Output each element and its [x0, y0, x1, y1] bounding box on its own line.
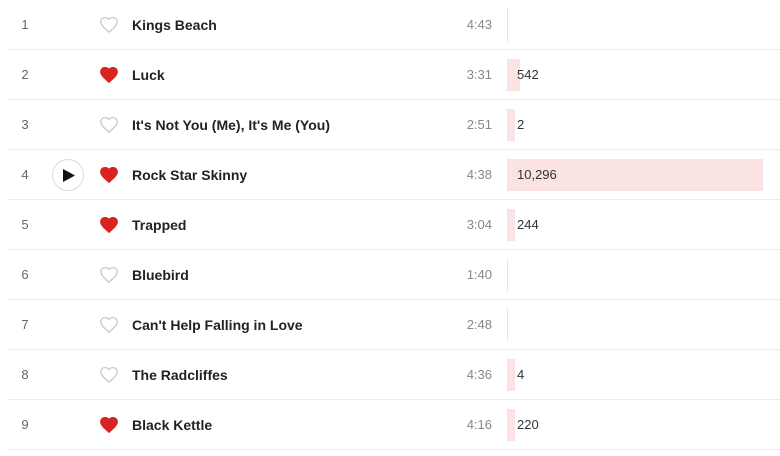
track-duration: 1:40	[466, 267, 492, 282]
track-title-link[interactable]: Can't Help Falling in Love	[132, 300, 303, 350]
love-heart-icon[interactable]	[100, 17, 118, 33]
scrobble-count: 220	[517, 417, 539, 432]
track-row[interactable]: 8 The Radcliffes 4:36 4	[0, 350, 780, 400]
track-title-link[interactable]: Rock Star Skinny	[132, 150, 247, 200]
track-number: 4	[21, 167, 29, 182]
track-title-link[interactable]: It's Not You (Me), It's Me (You)	[132, 100, 330, 150]
play-button[interactable]	[52, 159, 84, 191]
scrobble-cell	[507, 8, 763, 42]
scrobble-cell: 542	[507, 58, 763, 92]
track-row[interactable]: 7 Can't Help Falling in Love 2:48	[0, 300, 780, 350]
loved-heart-icon[interactable]	[100, 167, 118, 183]
love-heart-icon[interactable]	[100, 117, 118, 133]
track-number: 1	[21, 17, 29, 32]
track-duration: 2:48	[466, 317, 492, 332]
track-row[interactable]: 5 Trapped 3:04 244	[0, 200, 780, 250]
scrobble-cell: 220	[507, 408, 763, 442]
track-number: 7	[21, 317, 29, 332]
loved-heart-icon[interactable]	[100, 217, 118, 233]
track-row[interactable]: 1 Kings Beach 4:43	[0, 0, 780, 50]
track-number: 6	[21, 267, 29, 282]
track-duration: 4:36	[466, 367, 492, 382]
track-row[interactable]: 6 Bluebird 1:40	[0, 250, 780, 300]
track-title-link[interactable]: Trapped	[132, 200, 186, 250]
track-row[interactable]: 3 It's Not You (Me), It's Me (You) 2:51 2	[0, 100, 780, 150]
love-heart-icon[interactable]	[100, 267, 118, 283]
scrobble-bar	[507, 209, 515, 241]
track-duration: 4:16	[466, 417, 492, 432]
track-number: 3	[21, 117, 29, 132]
scrobble-count: 542	[517, 67, 539, 82]
track-number: 9	[21, 417, 29, 432]
track-number: 2	[21, 67, 29, 82]
track-title-link[interactable]: Luck	[132, 50, 165, 100]
loved-heart-icon[interactable]	[100, 67, 118, 83]
track-duration: 3:04	[466, 217, 492, 232]
love-heart-icon[interactable]	[100, 317, 118, 333]
scrobble-count: 10,296	[517, 167, 557, 182]
scrobble-divider	[507, 308, 508, 342]
scrobble-cell: 4	[507, 358, 763, 392]
track-row[interactable]: 2 Luck 3:31 542	[0, 50, 780, 100]
scrobble-cell: 2	[507, 108, 763, 142]
loved-heart-icon[interactable]	[100, 417, 118, 433]
track-duration: 2:51	[466, 117, 492, 132]
track-duration: 4:38	[466, 167, 492, 182]
track-title-link[interactable]: Kings Beach	[132, 0, 217, 50]
track-duration: 4:43	[466, 17, 492, 32]
scrobble-bar	[507, 409, 515, 441]
track-list: 1 Kings Beach 4:43 2 Luck 3:31 542 3 It's Not Yo…	[0, 0, 780, 450]
scrobble-count: 244	[517, 217, 539, 232]
track-duration: 3:31	[466, 67, 492, 82]
scrobble-cell	[507, 308, 763, 342]
scrobble-cell: 10,296	[507, 158, 763, 192]
scrobble-bar	[507, 359, 515, 391]
track-number: 8	[21, 367, 29, 382]
scrobble-divider	[507, 258, 508, 292]
scrobble-divider	[507, 8, 508, 42]
track-title-link[interactable]: Black Kettle	[132, 400, 212, 450]
track-number: 5	[21, 217, 29, 232]
track-row[interactable]: 9 Black Kettle 4:16 220	[0, 400, 780, 450]
track-row[interactable]: 4 Rock Star Skinny 4:38 10,296	[0, 150, 780, 200]
scrobble-cell	[507, 258, 763, 292]
love-heart-icon[interactable]	[100, 367, 118, 383]
scrobble-count: 2	[517, 117, 525, 132]
scrobble-count: 4	[517, 367, 525, 382]
track-title-link[interactable]: The Radcliffes	[132, 350, 228, 400]
track-title-link[interactable]: Bluebird	[132, 250, 189, 300]
scrobble-bar	[507, 109, 515, 141]
play-icon	[63, 168, 75, 182]
scrobble-cell: 244	[507, 208, 763, 242]
